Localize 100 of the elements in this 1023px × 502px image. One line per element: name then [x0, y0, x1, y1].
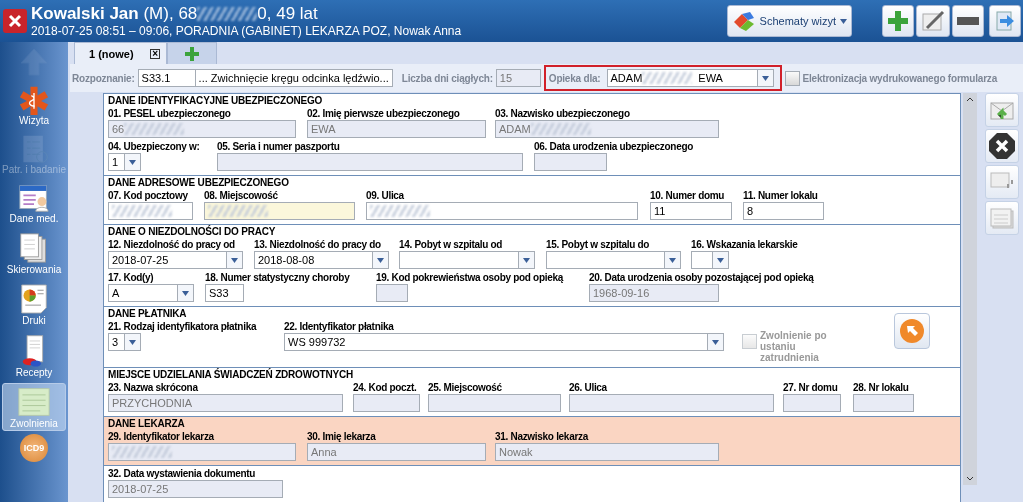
- redaction-mark: [208, 205, 268, 217]
- input-field[interactable]: 8: [743, 202, 824, 220]
- close-icon[interactable]: [3, 9, 27, 33]
- redaction-mark: [112, 446, 172, 458]
- field-label: 01. PESEL ubezpieczonego: [108, 107, 231, 120]
- field-label: 23. Nazwa skrócona: [108, 381, 198, 394]
- input-field[interactable]: [569, 394, 774, 412]
- dropdown-field[interactable]: WS 999732: [284, 333, 724, 351]
- field-label: 08. Miejscowość: [204, 189, 278, 202]
- caret-icon: [231, 257, 238, 263]
- input-field[interactable]: [428, 394, 561, 412]
- patient-age: 0, 49 lat: [257, 4, 318, 24]
- input-field[interactable]: [108, 443, 296, 461]
- days-label: Liczba dni ciągłych:: [401, 72, 493, 84]
- field-label: 05. Seria i numer paszportu: [217, 140, 340, 153]
- days-field[interactable]: 15: [495, 69, 541, 87]
- care-dropdown[interactable]: ADAM EWA: [606, 69, 774, 87]
- caret-icon: [129, 339, 136, 345]
- exit-arrow-icon: [994, 10, 1016, 32]
- input-field[interactable]: [783, 394, 841, 412]
- visit-info: 2018-07-25 08:51 – 09:06, PORADNIA (GABINET) LEKARZA POZ, Nowak Anna: [31, 24, 463, 38]
- edit-button[interactable]: [916, 5, 950, 37]
- field-label: 02. Imię pierwsze ubezpieczonego: [307, 107, 460, 120]
- dropdown-field[interactable]: 1: [108, 153, 141, 171]
- caret-icon: [669, 257, 676, 263]
- exit-button[interactable]: [989, 5, 1021, 37]
- caret-icon: [182, 290, 189, 296]
- field-label: 21. Rodzaj identyfikatora płatnika: [108, 320, 257, 333]
- dropdown-field[interactable]: [691, 251, 729, 269]
- dropdown-field[interactable]: A: [108, 284, 194, 302]
- redaction-mark: [642, 72, 693, 84]
- input-field[interactable]: Anna: [307, 443, 486, 461]
- plus-icon: [185, 46, 199, 61]
- pen-paper-icon: [921, 10, 945, 32]
- action-button[interactable]: [894, 313, 930, 349]
- sidebar-item[interactable]: Recepty: [2, 331, 66, 380]
- add-tab-button[interactable]: [167, 42, 217, 64]
- up-arrow-icon: [19, 47, 49, 77]
- remove-button[interactable]: [952, 5, 984, 37]
- checkbox[interactable]: [784, 70, 800, 86]
- sidebar-item[interactable]: Dane med.: [2, 180, 66, 226]
- redaction-mark: [197, 7, 258, 21]
- input-field[interactable]: 11: [650, 202, 732, 220]
- diagnosis-code-field[interactable]: S33.1: [137, 69, 196, 87]
- input-field[interactable]: ADAM: [495, 120, 719, 138]
- input-field[interactable]: PRZYCHODNIA: [108, 394, 343, 412]
- input-field[interactable]: EWA: [307, 120, 486, 138]
- field-label: 31. Nazwisko lekarza: [495, 430, 588, 443]
- field-label: 03. Nazwisko ubezpieczonego: [495, 107, 630, 120]
- input-field[interactable]: [534, 153, 607, 171]
- dropdown-field[interactable]: [399, 251, 535, 269]
- input-field[interactable]: [376, 284, 408, 302]
- sidebar-item[interactable]: Wizyta: [2, 82, 66, 128]
- input-field[interactable]: [853, 394, 914, 412]
- checkbox-label: Elektronizacja wydrukowanego formularza: [802, 72, 997, 84]
- diagnosis-button[interactable]: ... Zwichnięcie kręgu odcinka lędźwio...: [194, 69, 393, 87]
- redaction-mark: [124, 123, 185, 135]
- schedule-button[interactable]: Schematy wizyt: [726, 5, 852, 37]
- caret-icon: [761, 75, 769, 81]
- redaction-mark: [530, 123, 591, 135]
- field-label: 30. Imię lekarza: [307, 430, 376, 443]
- tab-close-button[interactable]: ×: [150, 48, 160, 59]
- field-label: 26. Ulica: [569, 381, 607, 394]
- dropdown-field[interactable]: 2018-07-25: [108, 251, 243, 269]
- minus-icon: [957, 17, 979, 25]
- dropdown-field[interactable]: 2018-08-08: [254, 251, 389, 269]
- cancel-button[interactable]: [985, 129, 1019, 163]
- input-field[interactable]: [217, 153, 523, 171]
- input-field[interactable]: 1968-09-16: [589, 284, 719, 302]
- input-field[interactable]: Nowak: [495, 443, 719, 461]
- scrollbar[interactable]: [963, 93, 977, 485]
- calendar-button[interactable]: [985, 201, 1019, 235]
- sidebar-item[interactable]: Skierowania: [2, 229, 66, 277]
- input-field[interactable]: [366, 202, 638, 220]
- care-label: Opieka dla:: [548, 72, 601, 84]
- field-label: 20. Data urodzenia osoby pozostającej pod opieką: [589, 271, 814, 284]
- tab[interactable]: 1 (nowe) ×: [74, 42, 167, 64]
- input-field[interactable]: 2018-07-25: [108, 480, 283, 498]
- patient-name: Kowalski Jan: [31, 4, 139, 24]
- input-field[interactable]: 66: [108, 120, 296, 138]
- sidebar-item[interactable]: Druki: [2, 280, 66, 328]
- input-field[interactable]: S33: [205, 284, 244, 302]
- input-field[interactable]: [204, 202, 355, 220]
- dropdown-field[interactable]: 3: [108, 333, 141, 351]
- section-title: DANE O NIEZDOLNOŚCI DO PRACY: [108, 226, 277, 238]
- dropdown-field[interactable]: [546, 251, 681, 269]
- medical-star-icon: [19, 85, 49, 115]
- field-label: 13. Niezdolność do pracy do: [254, 238, 381, 251]
- add-button[interactable]: [882, 5, 914, 37]
- input-field[interactable]: [108, 202, 193, 220]
- documents-icon: [19, 232, 49, 264]
- calendar-icon: [989, 206, 1015, 230]
- section-title: DANE ADRESOWE UBEZPIECZONEGO: [108, 177, 290, 189]
- form-sheet-icon: [16, 386, 52, 418]
- checkbox-label: Zwolnienie po ustaniu zatrudnienia: [760, 330, 828, 363]
- field-label: 29. Identyfikator lekarza: [108, 430, 214, 443]
- field-label: 06. Data urodzenia ubezpieczonego: [534, 140, 694, 153]
- field-label: 22. Identyfikator płatnika: [284, 320, 394, 333]
- input-field[interactable]: [353, 394, 420, 412]
- field-label: 19. Kod pokrewieństwa osoby pod opieką: [376, 271, 563, 284]
